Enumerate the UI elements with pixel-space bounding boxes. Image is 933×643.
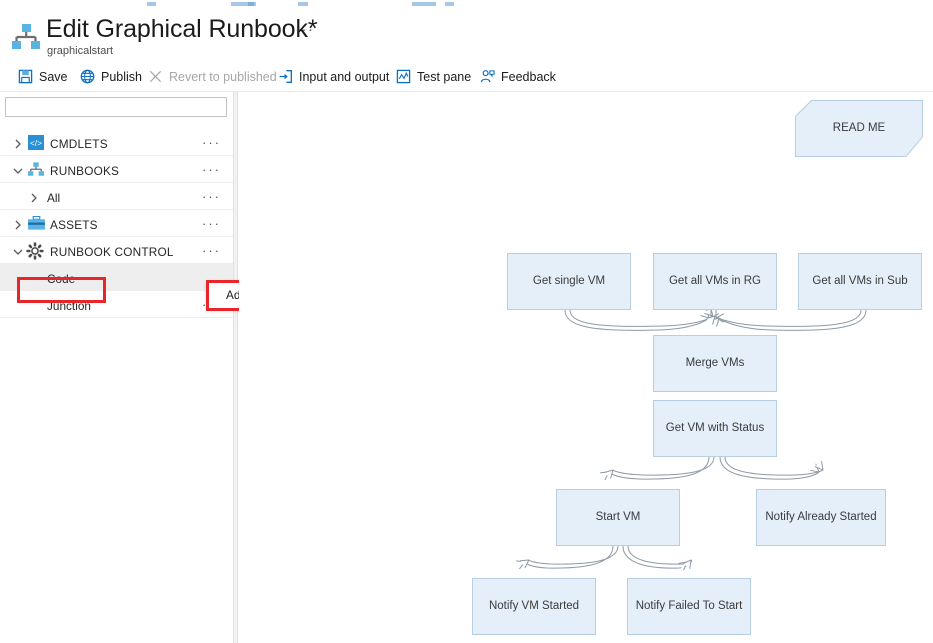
- command-bar: Save Publish Revert to published Input a…: [0, 62, 933, 91]
- page-title: Edit Graphical Runbook*: [46, 15, 318, 43]
- library-search[interactable]: [5, 97, 227, 117]
- chevron-right-icon[interactable]: [12, 137, 24, 149]
- sidebar-item-label: Code: [47, 272, 76, 286]
- canvas-node-get-single-vm[interactable]: Get single VM: [507, 253, 631, 310]
- canvas-node-read-me-body[interactable]: READ ME: [795, 100, 923, 157]
- sidebar-item-label: All: [47, 191, 61, 205]
- canvas-node-get-all-vms-in-sub[interactable]: Get all VMs in Sub: [798, 253, 922, 310]
- library-tree: </> CMDLETS ··· RUNBOOKS ··· All ··· ASS…: [0, 129, 233, 318]
- row-overflow-menu[interactable]: ···: [202, 156, 221, 183]
- canvas-node-label: Merge VMs: [685, 356, 745, 369]
- feedback-button[interactable]: Feedback: [480, 62, 556, 91]
- sidebar-item-runbooks[interactable]: RUNBOOKS ···: [0, 156, 233, 183]
- row-overflow-menu[interactable]: ···: [202, 210, 221, 237]
- publish-globe-icon: [80, 69, 95, 84]
- sidebar-item-label: Junction: [47, 299, 91, 313]
- chevron-right-icon[interactable]: [12, 218, 24, 230]
- save-button[interactable]: Save: [18, 62, 68, 91]
- test-pane-label: Test pane: [417, 69, 472, 84]
- sidebar-item-all[interactable]: All ···: [0, 183, 233, 210]
- page-header: Edit Graphical Runbook* ··· graphicalsta…: [0, 7, 933, 59]
- runbook-hierarchy-icon: [12, 24, 40, 50]
- canvas-node-label: Start VM: [595, 510, 641, 523]
- sidebar-item-assets[interactable]: ASSETS ···: [0, 210, 233, 237]
- clipped-chrome-sliver: [0, 0, 933, 7]
- library-panel: </> CMDLETS ··· RUNBOOKS ··· All ··· ASS…: [0, 92, 233, 643]
- search-input[interactable]: [5, 97, 227, 117]
- publish-label: Publish: [101, 69, 142, 84]
- row-overflow-menu[interactable]: ···: [202, 183, 221, 210]
- input-output-icon: [278, 69, 293, 84]
- flow-edges-main: [239, 92, 867, 643]
- runbook-canvas[interactable]: READ ME Get single VM Get all VMs in RG …: [239, 92, 933, 643]
- page-title-overflow-menu[interactable]: ···: [295, 21, 315, 38]
- canvas-node-label: Get single VM: [532, 274, 606, 287]
- svg-text:</>: </>: [30, 138, 42, 148]
- canvas-node-label: Notify VM Started: [488, 599, 580, 612]
- canvas-node-notify-already-started[interactable]: Notify Already Started: [756, 489, 886, 546]
- revert-to-published-label: Revert to published: [169, 69, 277, 84]
- sidebar-item-code[interactable]: Code: [0, 264, 233, 291]
- sidebar-item-label: RUNBOOK CONTROL: [50, 245, 174, 259]
- canvas-node-notify-failed-to-start[interactable]: Notify Failed To Start: [627, 578, 751, 635]
- revert-to-published-button[interactable]: Revert to published: [148, 62, 277, 91]
- canvas-node-get-all-vms-in-rg[interactable]: Get all VMs in RG: [653, 253, 777, 310]
- chevron-right-icon[interactable]: [28, 191, 40, 203]
- row-overflow-menu[interactable]: ···: [202, 237, 221, 264]
- canvas-node-label: Get VM with Status: [665, 421, 765, 434]
- publish-button[interactable]: Publish: [80, 62, 142, 91]
- page-subtitle: graphicalstart: [47, 45, 114, 57]
- save-icon: [18, 69, 33, 84]
- feedback-label: Feedback: [501, 69, 556, 84]
- sidebar-item-label: CMDLETS: [50, 137, 108, 151]
- test-pane-button[interactable]: Test pane: [396, 62, 471, 91]
- sidebar-item-label: ASSETS: [50, 218, 98, 232]
- chevron-down-icon[interactable]: [12, 245, 24, 257]
- canvas-node-label: Notify Already Started: [765, 510, 877, 523]
- canvas-node-label: Get all VMs in Sub: [812, 274, 908, 287]
- close-x-icon: [148, 69, 163, 84]
- canvas-node-label: READ ME: [832, 121, 886, 134]
- briefcase-icon: [28, 215, 45, 236]
- sidebar-item-runbook-control[interactable]: RUNBOOK CONTROL ···: [0, 237, 233, 264]
- test-pane-icon: [396, 69, 411, 84]
- canvas-node-notify-vm-started[interactable]: Notify VM Started: [472, 578, 596, 635]
- input-and-output-button[interactable]: Input and output: [278, 62, 389, 91]
- canvas-node-label: Get all VMs in RG: [668, 274, 762, 287]
- input-and-output-label: Input and output: [299, 69, 390, 84]
- canvas-node-start-vm[interactable]: Start VM: [556, 489, 680, 546]
- sidebar-item-label: RUNBOOKS: [50, 164, 120, 178]
- sidebar-item-junction[interactable]: Junction ···: [0, 291, 233, 318]
- hierarchy-icon: [28, 162, 44, 182]
- panel-splitter[interactable]: [233, 92, 238, 643]
- save-label: Save: [39, 69, 68, 84]
- row-overflow-menu[interactable]: ···: [202, 129, 221, 156]
- canvas-node-label: Notify Failed To Start: [635, 599, 743, 612]
- sidebar-item-cmdlets[interactable]: </> CMDLETS ···: [0, 129, 233, 156]
- canvas-node-merge-vms[interactable]: Merge VMs: [653, 335, 777, 392]
- chevron-down-icon[interactable]: [12, 164, 24, 176]
- code-brackets-icon: </>: [28, 135, 44, 155]
- gear-icon: [26, 242, 44, 265]
- canvas-node-get-vm-with-status[interactable]: Get VM with Status: [653, 400, 777, 457]
- feedback-icon: [480, 69, 495, 84]
- canvas-node-read-me[interactable]: READ ME: [795, 100, 923, 157]
- runbook-editor-window: Edit Graphical Runbook* ··· graphicalsta…: [0, 0, 933, 643]
